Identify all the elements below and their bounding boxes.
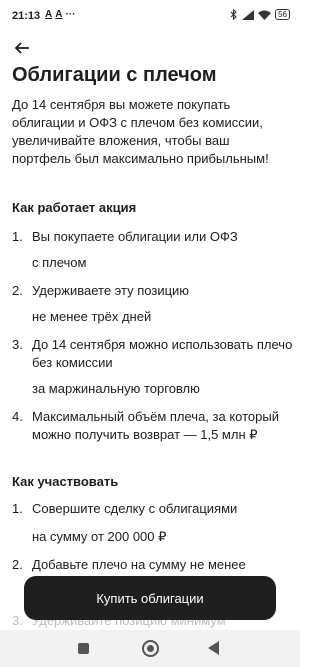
battery-icon: 56 xyxy=(275,9,290,20)
list-item: 1. Вы покупаете облигации или ОФЗ xyxy=(12,228,296,246)
notification-a-icon: A xyxy=(45,9,53,20)
list-number: 2. xyxy=(12,557,23,572)
more-notifications-icon: ··· xyxy=(65,9,76,20)
recent-apps-icon[interactable] xyxy=(78,643,89,654)
list-number: 1. xyxy=(12,501,23,516)
list-subtext: за маржинальную торговлю xyxy=(32,381,200,396)
back-button[interactable] xyxy=(10,36,34,60)
list-number: 2. xyxy=(12,283,23,298)
list-number: 4. xyxy=(12,409,23,424)
list-number: 1. xyxy=(12,229,23,244)
how-to-join-heading: Как участвовать xyxy=(12,474,119,489)
list-text: Добавьте плечо на сумму не менее xyxy=(32,557,246,572)
list-text: Вы покупаете облигации или ОФЗ xyxy=(32,229,238,244)
list-number: 3. xyxy=(12,337,23,352)
status-time: 21:13 xyxy=(12,10,41,22)
how-it-works-heading: Как работает акция xyxy=(12,200,137,215)
notification-icons: A A ··· xyxy=(45,9,75,20)
intro-text: До 14 сентября вы можете покупать облига… xyxy=(12,97,269,166)
signal-icon xyxy=(242,9,255,20)
system-nav-bar xyxy=(0,630,300,667)
list-item: 3. До 14 сентября можно использовать пле… xyxy=(12,336,296,372)
list-item: 2. Добавьте плечо на сумму не менее xyxy=(12,556,296,574)
status-bar: 21:13 A A ··· 56 xyxy=(0,0,300,30)
notification-a-icon: A xyxy=(55,9,63,20)
back-triangle-icon[interactable] xyxy=(208,641,219,655)
home-icon[interactable] xyxy=(142,640,159,657)
list-subtext: с плечом xyxy=(32,255,87,270)
list-item: 2. Удерживаете эту позицию xyxy=(12,282,296,300)
bluetooth-icon xyxy=(230,9,237,20)
list-text: Удерживаете эту позицию xyxy=(32,283,190,298)
list-text: Совершите сделку с облигациями xyxy=(32,501,238,516)
list-item: 1. Совершите сделку с облигациями xyxy=(12,500,296,518)
list-text: До 14 сентября можно использовать плечо … xyxy=(32,337,293,370)
wifi-icon xyxy=(258,10,272,20)
arrow-left-icon xyxy=(14,42,29,54)
list-text: Максимальный объём плеча, за который мож… xyxy=(32,409,279,442)
page-title: Облигации с плечом xyxy=(12,64,217,86)
list-subtext: не менее трёх дней xyxy=(32,309,152,324)
buy-bonds-button[interactable]: Купить облигации xyxy=(24,576,276,620)
list-subtext: на сумму от 200 000 ₽ xyxy=(32,529,167,544)
status-right: 56 xyxy=(230,9,290,20)
list-item: 4. Максимальный объём плеча, за который … xyxy=(12,408,296,444)
